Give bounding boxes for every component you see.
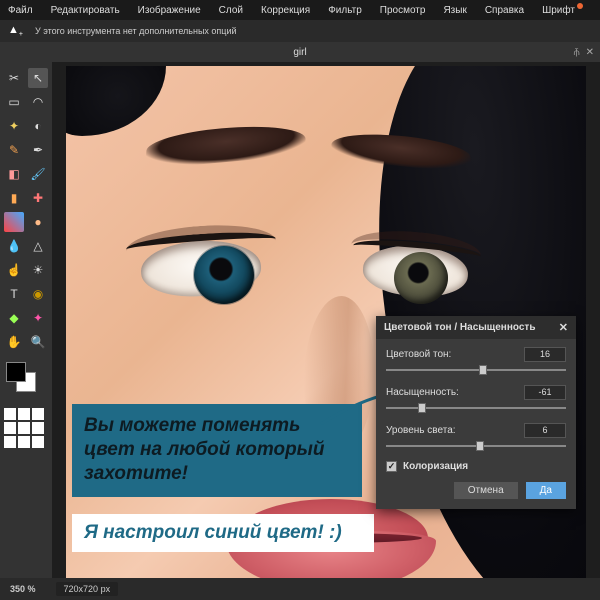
menu-font[interactable]: Шрифт xyxy=(542,5,575,16)
pin-icon[interactable]: ⫚ xyxy=(574,47,580,58)
canvas-viewport[interactable]: Вы можете поменять цвет на любой который… xyxy=(52,62,600,600)
menu-view[interactable]: Просмотр xyxy=(380,5,426,16)
lasso-tool-icon[interactable]: ◠ xyxy=(28,92,48,112)
foreground-color-swatch[interactable] xyxy=(6,362,26,382)
hue-label: Цветовой тон: xyxy=(386,349,451,360)
eraser-tool-icon[interactable]: ◧ xyxy=(4,164,24,184)
move-tool-icon[interactable]: ↖ xyxy=(28,68,48,88)
dialog-title-bar[interactable]: Цветовой тон / Насыщенность ✕ xyxy=(376,316,576,339)
document-title: girl xyxy=(293,47,306,58)
hue-saturation-dialog: Цветовой тон / Насыщенность ✕ Цветовой т… xyxy=(376,316,576,509)
menu-language[interactable]: Язык xyxy=(443,5,466,16)
color-swatches[interactable] xyxy=(4,362,48,396)
lightness-label: Уровень света: xyxy=(386,425,456,436)
sponge-tool-icon[interactable]: ◉ xyxy=(28,284,48,304)
menu-adjust[interactable]: Коррекция xyxy=(261,5,310,16)
lightness-value-field[interactable]: 6 xyxy=(524,423,566,438)
ok-button[interactable]: Да xyxy=(526,482,566,499)
zoom-tool-icon[interactable]: 🔍 xyxy=(28,332,48,352)
status-bar: 350 % 720x720 px xyxy=(0,578,600,600)
annotation-secondary: Я настроил синий цвет! :) xyxy=(72,514,374,552)
smudge-tool-icon[interactable]: ☝ xyxy=(4,260,24,280)
menu-help[interactable]: Справка xyxy=(485,5,524,16)
dialog-close-icon[interactable]: ✕ xyxy=(559,321,568,334)
heal-tool-icon[interactable]: ✚ xyxy=(28,188,48,208)
dialog-title: Цветовой тон / Насыщенность xyxy=(384,322,535,333)
type-tool-icon[interactable]: T xyxy=(4,284,24,304)
path-tool-icon[interactable]: ✦ xyxy=(28,308,48,328)
dodge-tool-icon[interactable]: ☀ xyxy=(28,260,48,280)
lightness-slider[interactable] xyxy=(386,441,566,451)
zoom-level[interactable]: 350 % xyxy=(10,584,36,594)
close-icon[interactable]: ✕ xyxy=(586,47,594,58)
saturation-slider[interactable] xyxy=(386,403,566,413)
pen-tool-icon[interactable]: ✒ xyxy=(28,140,48,160)
shape-tool-icon[interactable]: ◆ xyxy=(4,308,24,328)
menu-layer[interactable]: Слой xyxy=(219,5,243,16)
workspace: ✂↖ ▭◠ ✦◐ ✎✒ ◧🖌 ▮✚ ● 💧△ ☝☀ T◉ ◆✦ ✋🔍 xyxy=(0,62,600,600)
colorize-checkbox[interactable]: ✓ xyxy=(386,461,397,472)
drop-tool-icon[interactable]: 💧 xyxy=(4,236,24,256)
brush-tool-icon[interactable]: 🖌 xyxy=(28,164,48,184)
pattern-grid-icon[interactable] xyxy=(4,408,48,448)
wand-tool-icon[interactable]: ✦ xyxy=(4,116,24,136)
color-select-tool-icon[interactable]: ◐ xyxy=(28,116,48,136)
left-toolbar: ✂↖ ▭◠ ✦◐ ✎✒ ◧🖌 ▮✚ ● 💧△ ☝☀ T◉ ◆✦ ✋🔍 xyxy=(0,62,52,600)
main-menu-bar: Файл Редактировать Изображение Слой Корр… xyxy=(0,0,600,20)
marquee-tool-icon[interactable]: ▭ xyxy=(4,92,24,112)
crop-tool-icon[interactable]: ✂ xyxy=(4,68,24,88)
hue-slider[interactable] xyxy=(386,365,566,375)
saturation-label: Насыщенность: xyxy=(386,387,459,398)
document-title-bar: girl ⫚ ✕ xyxy=(0,42,600,62)
hand-tool-icon[interactable]: ✋ xyxy=(4,332,24,352)
canvas-image: Вы можете поменять цвет на любой который… xyxy=(66,66,586,586)
gradient-tool-icon[interactable] xyxy=(4,212,24,232)
cancel-button[interactable]: Отмена xyxy=(454,482,518,499)
menu-edit[interactable]: Редактировать xyxy=(51,5,120,16)
colorize-label: Колоризация xyxy=(403,461,468,472)
menu-filter[interactable]: Фильтр xyxy=(328,5,362,16)
menu-file[interactable]: Файл xyxy=(8,5,33,16)
saturation-value-field[interactable]: -61 xyxy=(524,385,566,400)
eyedropper-tool-icon[interactable]: ✎ xyxy=(4,140,24,160)
options-bar-message: У этого инструмента нет дополнительных о… xyxy=(35,26,237,36)
menu-image[interactable]: Изображение xyxy=(138,5,201,16)
hue-value-field[interactable]: 16 xyxy=(524,347,566,362)
move-tool-icon: ▲+ xyxy=(8,24,35,38)
clone-tool-icon[interactable]: ▮ xyxy=(4,188,24,208)
sharpen-tool-icon[interactable]: △ xyxy=(28,236,48,256)
tool-options-bar: ▲+ У этого инструмента нет дополнительны… xyxy=(0,20,600,42)
canvas-dimensions: 720x720 px xyxy=(56,582,119,596)
blur-tool-icon[interactable]: ● xyxy=(28,212,48,232)
